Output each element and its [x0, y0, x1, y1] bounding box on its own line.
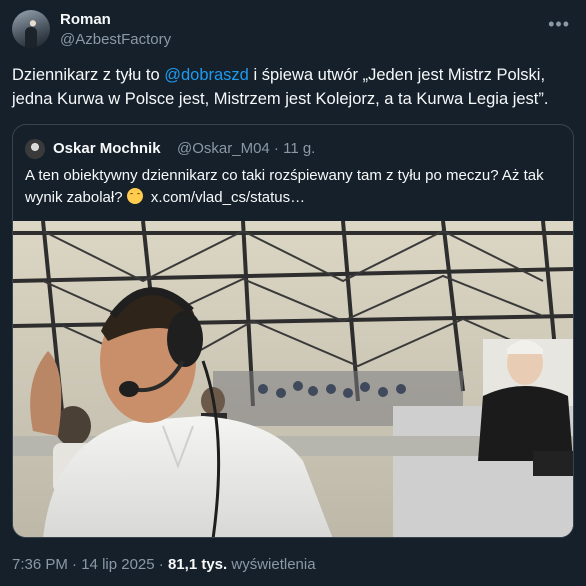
mention-link[interactable]: @dobraszd: [164, 66, 249, 84]
quoted-link[interactable]: x.com/vlad_cs/status…: [151, 189, 305, 206]
footer-separator: ·: [72, 556, 78, 573]
author-display-name[interactable]: Roman: [60, 11, 111, 28]
views-count: 81,1 tys.: [167, 556, 228, 573]
author-handle[interactable]: @AzbestFactory: [60, 31, 171, 48]
more-dots-icon[interactable]: •••: [548, 14, 570, 35]
views-label: wyświetlenia: [231, 556, 316, 573]
tweet-text: Dziennikarz z tyłu to @dobraszd i śpiewa…: [12, 63, 574, 111]
tweet-header: Roman @AzbestFactory •••: [12, 10, 574, 52]
tweet-footer: 7:36 PM · 14 lip 2025 · 81,1 tys. wyświe…: [12, 556, 316, 573]
quoted-tweet-header: Oskar Mochnik @Oskar_M04 · 11 g.: [25, 137, 565, 159]
quoted-tweet-text: A ten obiektywny dziennikarz co taki roz…: [25, 165, 565, 209]
tweet-time[interactable]: 7:36 PM: [12, 556, 68, 573]
quoted-tweet[interactable]: Oskar Mochnik @Oskar_M04 · 11 g. A ten o…: [12, 124, 574, 538]
tweet-text-before: Dziennikarz z tyłu to: [12, 66, 165, 84]
video-thumbnail[interactable]: [13, 221, 573, 537]
quoted-author-avatar: [25, 139, 45, 159]
stadium-scene-image: [13, 221, 573, 537]
upside-down-face-emoji-icon: [126, 188, 143, 204]
author-avatar[interactable]: [12, 10, 50, 48]
quoted-author-meta: @Oskar_M04 · 11 g.: [177, 140, 316, 157]
footer-separator-2: ·: [158, 556, 164, 573]
quoted-author-name: Oskar Mochnik: [53, 140, 161, 157]
tweet-date[interactable]: 14 lip 2025: [81, 556, 154, 573]
